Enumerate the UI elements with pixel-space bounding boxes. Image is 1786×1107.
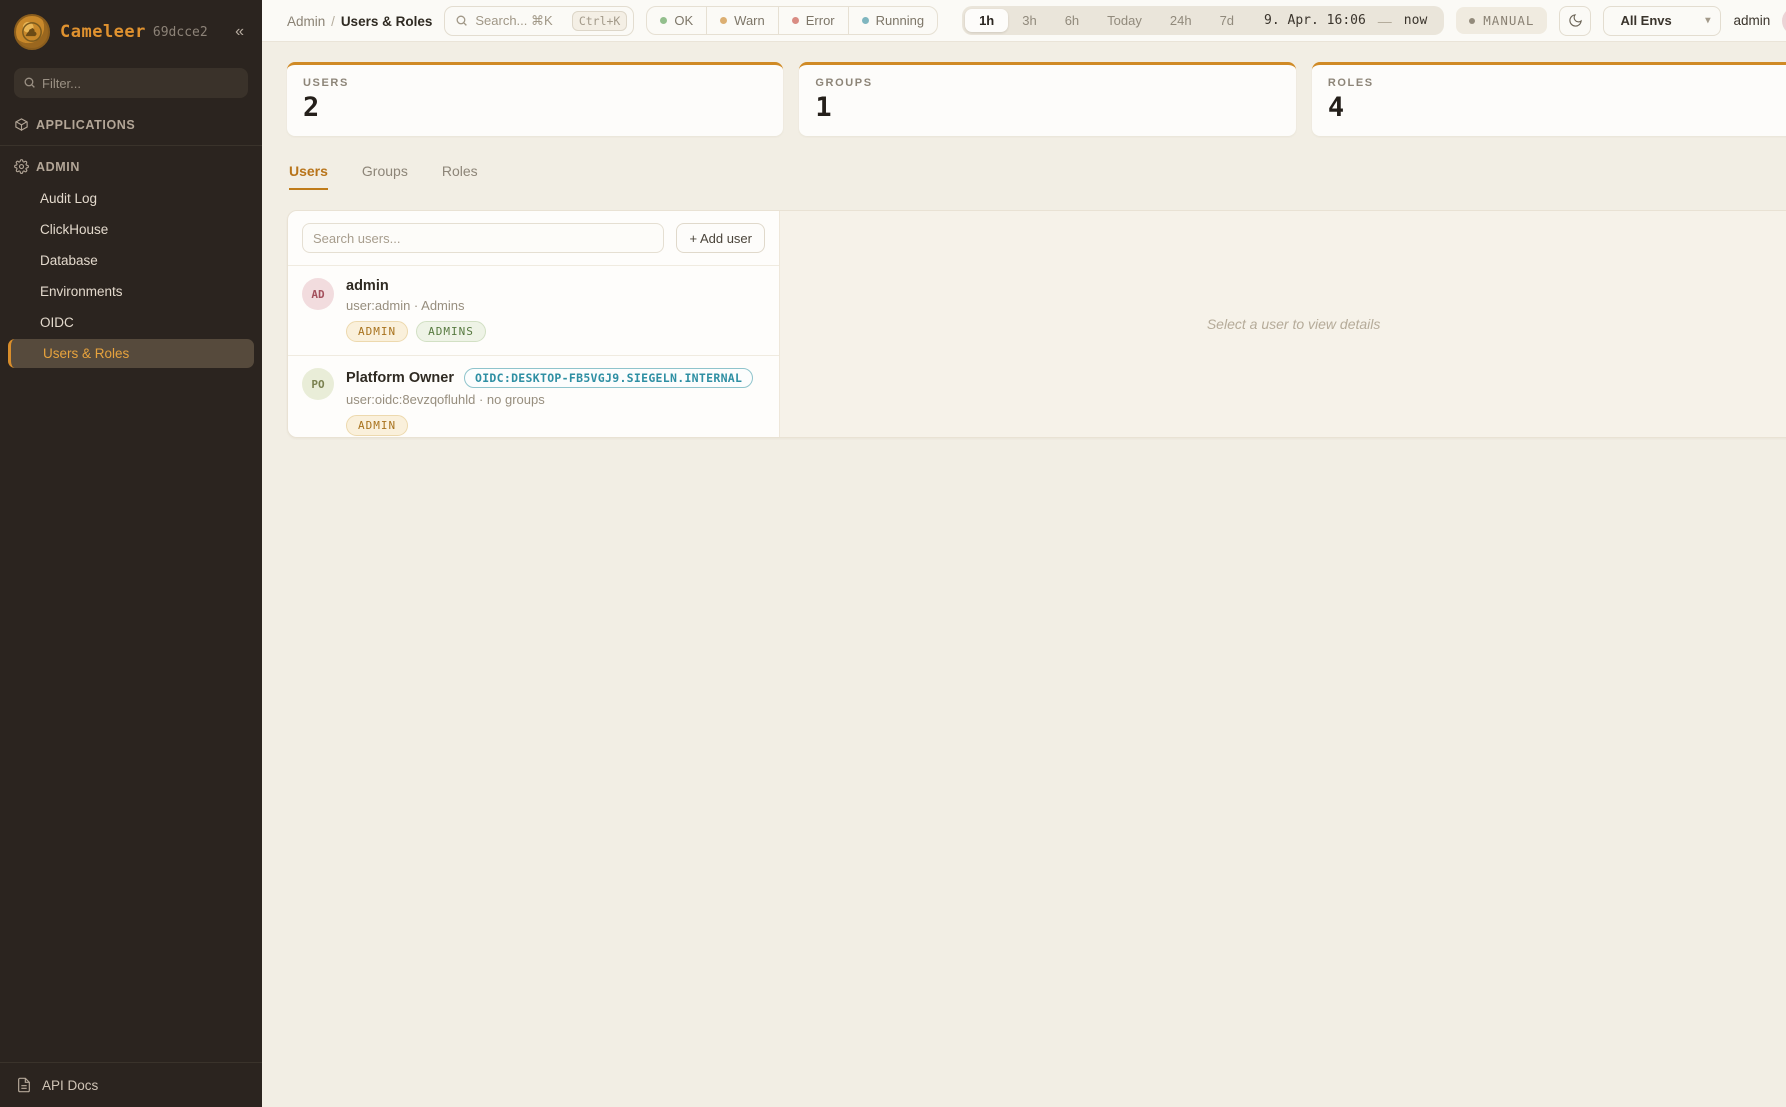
chevron-down-icon: ▾ (1705, 15, 1710, 26)
detail-empty-state: Select a user to view details (1207, 316, 1381, 332)
stat-label: USERS (303, 77, 767, 89)
error-dot-icon (792, 17, 799, 24)
sidebar-item-oidc[interactable]: OIDC (0, 308, 262, 337)
user-name: Platform Owner (346, 370, 454, 386)
api-docs-link[interactable]: API Docs (0, 1062, 262, 1107)
running-dot-icon (862, 17, 869, 24)
document-icon (16, 1077, 32, 1093)
status-filter-error[interactable]: Error (778, 7, 848, 34)
stat-label: ROLES (1328, 77, 1786, 89)
stat-value: 1 (815, 92, 1279, 123)
breadcrumb-separator: / (331, 14, 335, 29)
stat-card-roles: ROLES 4 (1312, 62, 1786, 136)
tabs: Users Groups Roles (289, 163, 1786, 190)
status-filter-label: Error (806, 13, 835, 28)
topbar: Admin / Users & Roles Search... ⌘K Ctrl+… (262, 0, 1786, 42)
user-detail-panel: Select a user to view details (780, 211, 1786, 437)
time-range-24h[interactable]: 24h (1156, 9, 1206, 32)
collapse-sidebar-icon[interactable]: « (231, 21, 248, 43)
stats-row: USERS 2 GROUPS 1 ROLES 4 (287, 62, 1786, 136)
sidebar-section-label: ADMIN (36, 160, 80, 174)
app-logo-icon[interactable] (14, 14, 50, 50)
main-content: USERS 2 GROUPS 1 ROLES 4 Users Groups Ro… (262, 42, 1786, 1107)
stat-card-users: USERS 2 (287, 62, 783, 136)
stat-label: GROUPS (815, 77, 1279, 89)
build-id: 69dcce2 (153, 25, 208, 40)
time-to-value[interactable]: now (1394, 13, 1441, 28)
warn-dot-icon (720, 17, 727, 24)
sidebar: Cameleer 69dcce2 « APPLICATIONS ADMIN Au… (0, 0, 262, 1107)
tab-groups[interactable]: Groups (362, 163, 408, 190)
time-range-7d[interactable]: 7d (1206, 9, 1248, 32)
status-filter-ok[interactable]: OK (647, 7, 706, 34)
sidebar-section-applications[interactable]: APPLICATIONS (0, 108, 262, 141)
breadcrumb: Admin / Users & Roles (287, 13, 432, 29)
sidebar-item-environments[interactable]: Environments (0, 277, 262, 306)
sidebar-section-admin[interactable]: ADMIN (0, 150, 262, 183)
stat-card-groups: GROUPS 1 (799, 62, 1295, 136)
add-user-button[interactable]: + Add user (676, 223, 765, 253)
user-subtitle: user:admin · Admins (346, 298, 486, 313)
time-separator: — (1376, 13, 1394, 29)
role-badge-admin: ADMIN (346, 415, 408, 436)
search-users-input[interactable] (302, 223, 664, 253)
search-icon (23, 76, 36, 89)
time-range-3h[interactable]: 3h (1008, 9, 1050, 32)
avatar: AD (302, 278, 334, 310)
breadcrumb-admin[interactable]: Admin (287, 14, 325, 29)
oidc-provider-badge: OIDC:DESKTOP-FB5VGJ9.SIEGELN.INTERNAL (464, 368, 753, 388)
package-icon (14, 117, 29, 132)
env-filter-select[interactable]: All Envs ▾ (1603, 6, 1721, 36)
tab-roles[interactable]: Roles (442, 163, 478, 190)
sidebar-item-clickhouse[interactable]: ClickHouse (0, 215, 262, 244)
role-badge-admin: ADMIN (346, 321, 408, 342)
user-avatar[interactable]: AD (1782, 7, 1786, 35)
current-user-name: admin (1733, 13, 1770, 28)
status-filter-label: Running (876, 13, 924, 28)
users-panel: + Add user AD admin user:admin · Admins … (287, 210, 1786, 438)
status-filter-group: OK Warn Error Running (646, 6, 938, 35)
avatar: PO (302, 368, 334, 400)
sidebar-item-users-roles[interactable]: Users & Roles (8, 339, 254, 368)
search-icon (455, 14, 468, 27)
time-range-1h[interactable]: 1h (965, 9, 1008, 32)
time-range-6h[interactable]: 6h (1051, 9, 1093, 32)
scheduler-mode-pill[interactable]: MANUAL (1456, 7, 1547, 34)
sidebar-filter-input[interactable] (14, 68, 248, 98)
scheduler-mode-label: MANUAL (1483, 13, 1534, 28)
theme-toggle-button[interactable] (1559, 6, 1591, 36)
status-filter-running[interactable]: Running (848, 7, 937, 34)
breadcrumb-current: Users & Roles (341, 14, 433, 29)
time-range-today[interactable]: Today (1093, 9, 1156, 32)
status-filter-label: OK (674, 13, 693, 28)
camel-icon (21, 21, 43, 43)
manual-dot-icon (1469, 18, 1475, 24)
group-badge-admins: ADMINS (416, 321, 486, 342)
sidebar-item-database[interactable]: Database (0, 246, 262, 275)
sidebar-item-audit-log[interactable]: Audit Log (0, 184, 262, 213)
time-from-value[interactable]: 9. Apr. 16:06 (1248, 13, 1376, 28)
user-list-column: + Add user AD admin user:admin · Admins … (288, 211, 780, 437)
tab-users[interactable]: Users (289, 163, 328, 190)
user-name: admin (346, 278, 389, 294)
user-subtitle: user:oidc:8evzqofluhld · no groups (346, 392, 753, 407)
search-shortcut-kbd: Ctrl+K (572, 11, 628, 31)
status-filter-warn[interactable]: Warn (706, 7, 778, 34)
api-docs-label: API Docs (42, 1078, 98, 1093)
sidebar-section-label: APPLICATIONS (36, 118, 135, 132)
ok-dot-icon (660, 17, 667, 24)
stat-value: 2 (303, 92, 767, 123)
moon-icon (1568, 13, 1583, 28)
user-row-platform-owner[interactable]: PO Platform Owner OIDC:DESKTOP-FB5VGJ9.S… (288, 355, 779, 438)
global-search-placeholder: Search... ⌘K (475, 13, 552, 29)
sidebar-divider (0, 145, 262, 146)
env-filter-value: All Envs (1620, 13, 1671, 28)
app-title: Cameleer (60, 22, 146, 42)
status-filter-label: Warn (734, 13, 765, 28)
user-row-admin[interactable]: AD admin user:admin · Admins ADMIN ADMIN… (288, 265, 779, 355)
gear-icon (14, 159, 29, 174)
time-range-group: 1h 3h 6h Today 24h 7d 9. Apr. 16:06 — no… (962, 6, 1444, 35)
stat-value: 4 (1328, 92, 1786, 123)
global-search[interactable]: Search... ⌘K Ctrl+K (444, 6, 634, 36)
